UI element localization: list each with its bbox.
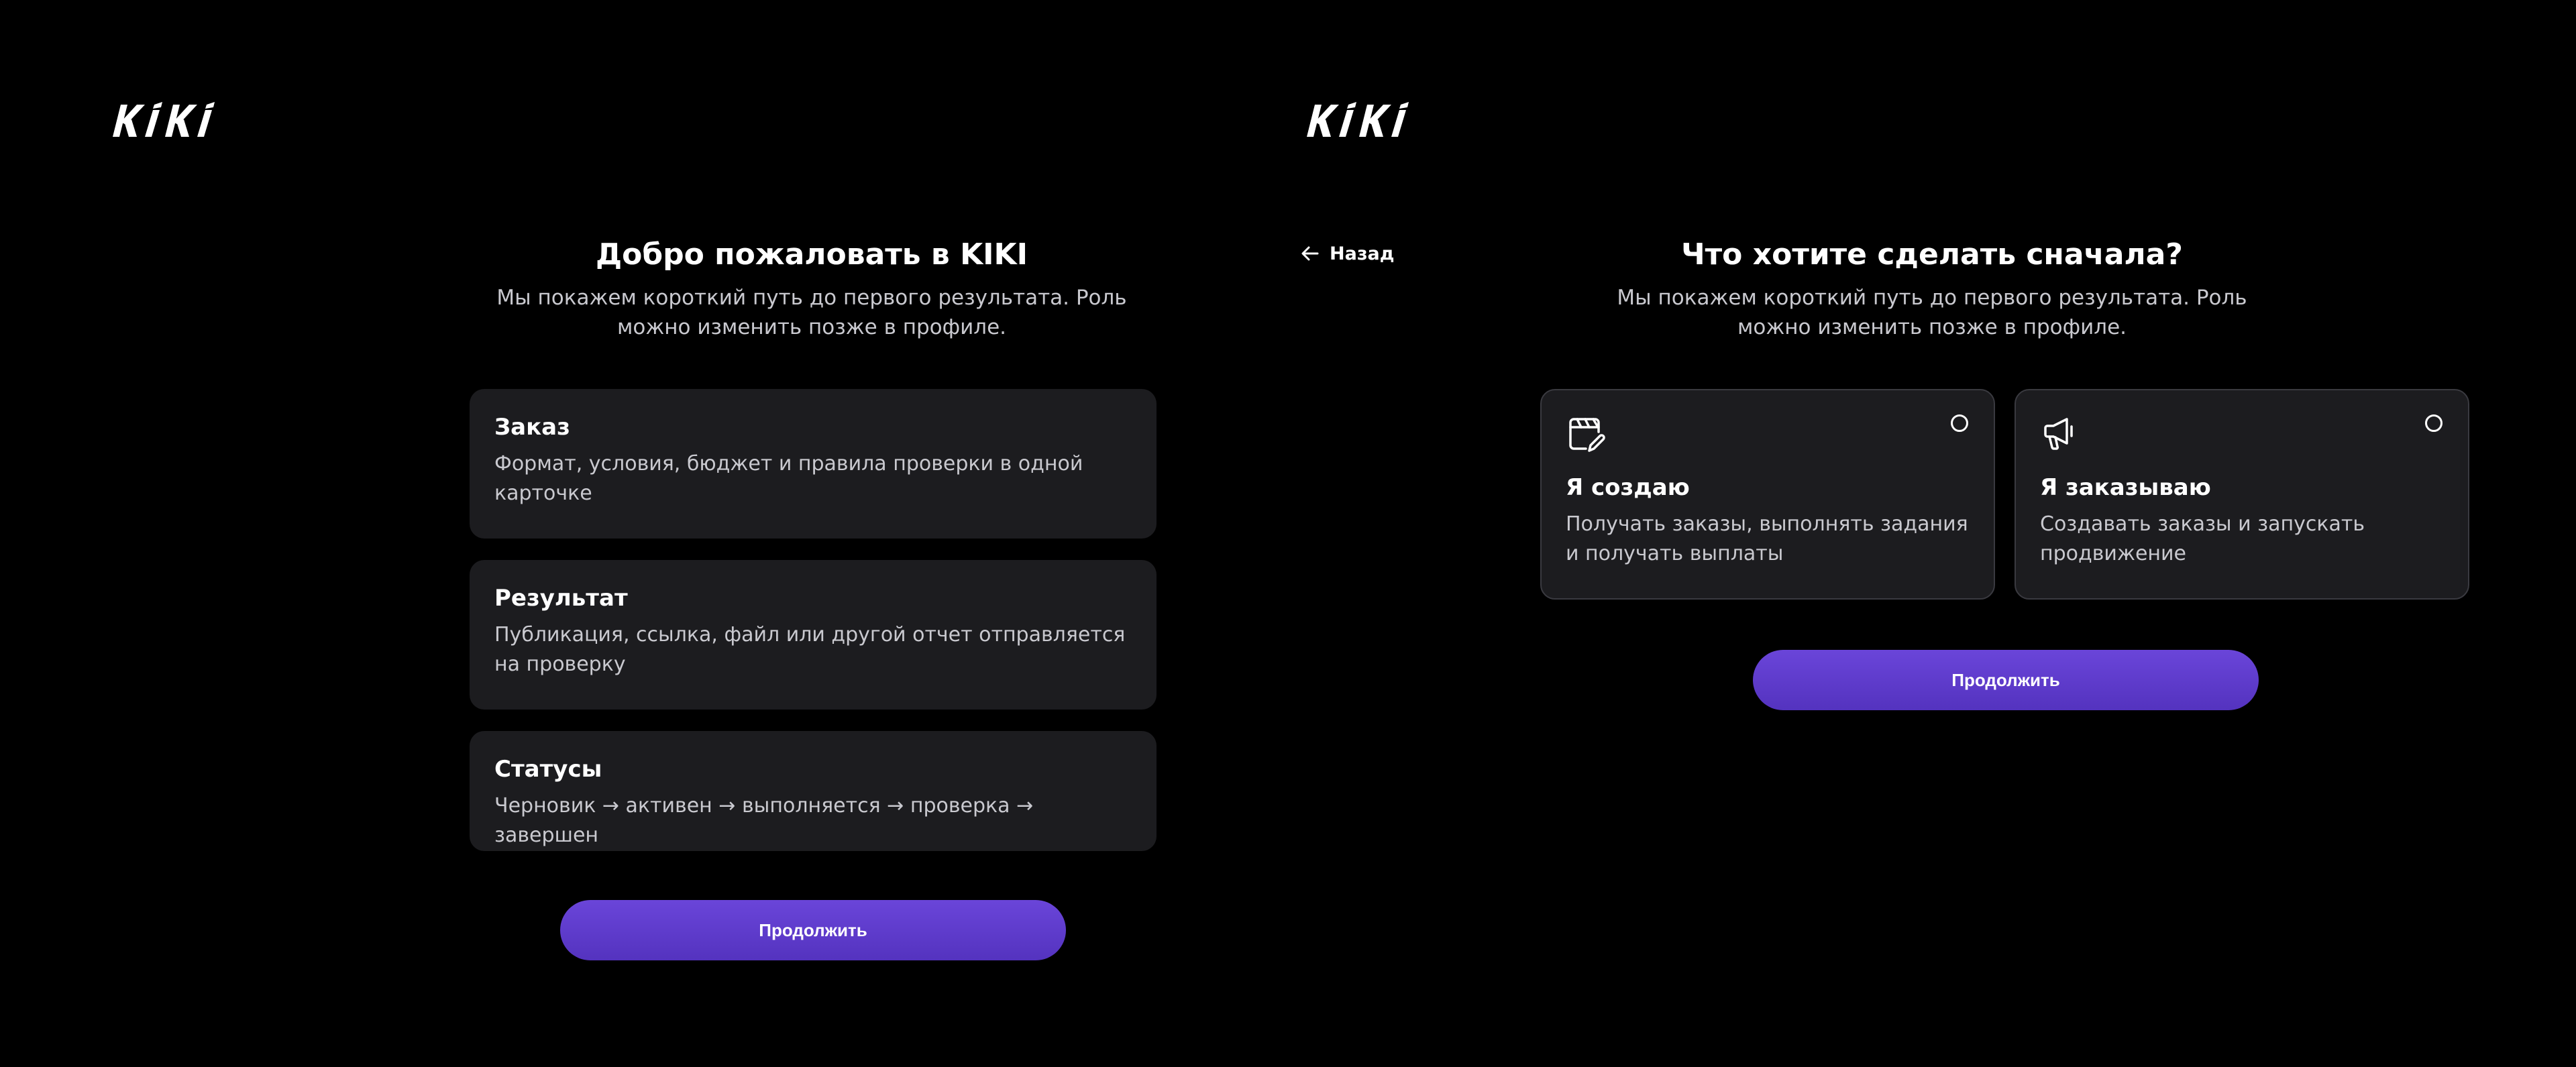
role-card-text: Создавать заказы и запускать продвижение (2040, 512, 2365, 565)
page-title: Добро пожаловать в KIKI (595, 237, 1028, 272)
page-title: Что хотите сделать сначала? (1681, 237, 2183, 272)
continue-button[interactable]: Продолжить (1753, 650, 2259, 710)
page-subtitle: Мы покажем короткий путь до первого резу… (496, 286, 1127, 339)
role-card-title: Я заказываю (2040, 474, 2211, 501)
clapperboard-edit-icon (1566, 413, 1607, 455)
radio-button[interactable] (1951, 414, 1968, 432)
megaphone-icon (2040, 413, 2082, 455)
kiki-logo (106, 95, 227, 142)
info-card-result: Результат Публикация, ссылка, файл или д… (470, 560, 1157, 710)
welcome-screen: Добро пожаловать в KIKI Мы покажем корот… (0, 0, 1288, 1067)
info-card-text: Черновик → активен → выполняется → прове… (494, 794, 1034, 847)
role-card-creator[interactable]: Я создаю Получать заказы, выполнять зада… (1540, 389, 1995, 600)
info-card-text: Публикация, ссылка, файл или другой отче… (494, 623, 1126, 676)
continue-button[interactable]: Продолжить (560, 900, 1066, 960)
role-card-title: Я создаю (1566, 474, 1690, 501)
kiki-logo (1300, 95, 1421, 142)
info-card-text: Формат, условия, бюджет и правила провер… (494, 452, 1083, 505)
info-card-statuses: Статусы Черновик → активен → выполняется… (470, 731, 1157, 851)
radio-button[interactable] (2425, 414, 2443, 432)
info-card-title: Статусы (494, 756, 602, 783)
role-card-text: Получать заказы, выполнять задания и пол… (1566, 512, 1968, 565)
kiki-logo-icon (1307, 102, 1409, 137)
role-selection-screen: Назад Что хотите сделать сначала? Мы пок… (1288, 0, 2576, 1067)
info-card-title: Заказ (494, 414, 570, 441)
kiki-logo-icon (113, 102, 215, 137)
info-card-list: Заказ Формат, условия, бюджет и правила … (470, 389, 1157, 873)
info-card-title: Результат (494, 585, 628, 612)
page-subtitle: Мы покажем короткий путь до первого резу… (1617, 286, 2247, 339)
info-card-order: Заказ Формат, условия, бюджет и правила … (470, 389, 1157, 539)
role-card-customer[interactable]: Я заказываю Создавать заказы и запускать… (2015, 389, 2469, 600)
